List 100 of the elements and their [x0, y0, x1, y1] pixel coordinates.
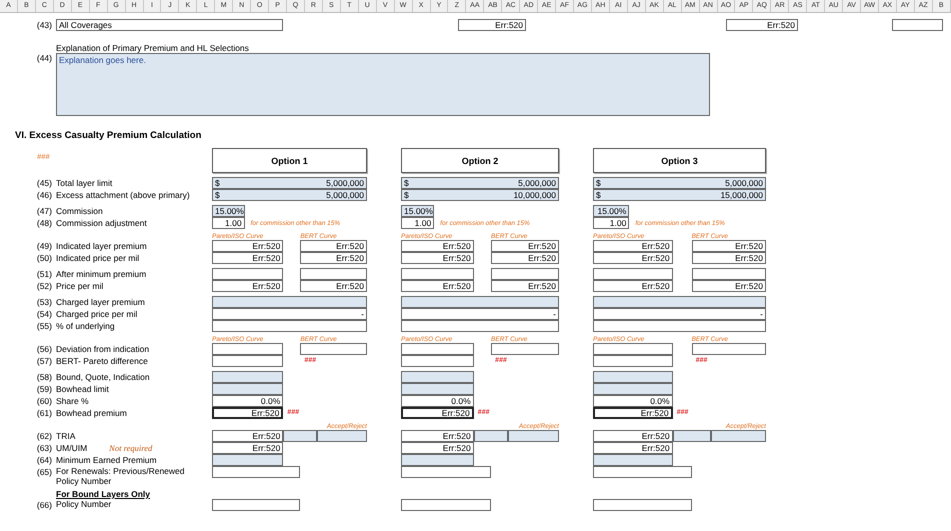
sheet-cell: Err:520	[401, 407, 474, 419]
sheet-cell: Err:520	[401, 280, 474, 292]
sheet-cell: Err:520	[593, 240, 673, 252]
sheet-cell	[212, 268, 284, 280]
sheet-cell	[300, 343, 367, 355]
amount-value: 5,000,000	[725, 178, 763, 188]
row-label: Bound, Quote, Indication	[56, 371, 150, 383]
option-header: Option 1	[212, 148, 367, 173]
row-label: % of underlying	[56, 320, 115, 332]
subsection-heading: For Bound Layers Only	[56, 489, 151, 499]
sheet-cell: -	[593, 308, 766, 320]
row-label: Bowhead limit	[56, 383, 109, 395]
sheet-cell	[212, 343, 284, 355]
reject-cell	[317, 430, 367, 442]
accept-cell	[283, 430, 318, 442]
amount-value: 5,000,000	[326, 178, 364, 188]
row-label: Price per mil	[56, 280, 104, 292]
commission-cell: 15.00%	[593, 205, 630, 217]
row-label: Charged price per mil	[56, 308, 138, 320]
sheet-cell: Err:520	[726, 19, 798, 31]
sheet-cell: Err:520	[300, 280, 367, 292]
row-label: After minimum premium	[56, 268, 146, 280]
sheet-cell	[212, 355, 284, 367]
commission-cell: 15.00%	[212, 205, 245, 217]
sheet-cell: Err:520	[692, 280, 766, 292]
option-header: Option 3	[593, 148, 766, 173]
row-number: (65)	[36, 466, 52, 478]
sheet-cell: Err:520	[692, 240, 766, 252]
sheet-cell: -	[212, 308, 367, 320]
sheet-cell	[892, 19, 943, 31]
currency-symbol: $	[404, 190, 409, 200]
option-header: Option 2	[401, 148, 559, 173]
explanation-cell[interactable]: Explanation goes here.	[56, 53, 710, 116]
row-number: (60)	[36, 395, 52, 407]
note-text: Not required	[109, 442, 152, 454]
sheet-cell: Err:520	[593, 442, 673, 454]
row-label: UM/UIM	[56, 442, 88, 454]
row-number: (62)	[36, 430, 52, 442]
sheet-cell: Err:520	[491, 252, 559, 264]
row-number: (51)	[36, 268, 52, 280]
row-label: Total layer limit	[56, 177, 112, 189]
row-label: Indicated price per mil	[56, 252, 140, 264]
row-label: Minimum Earned Premium	[56, 454, 157, 466]
reject-cell	[710, 430, 766, 442]
row-number: (61)	[36, 407, 52, 419]
sheet-cell	[491, 343, 559, 355]
sheet-cell: Err:520	[401, 252, 474, 264]
sheet-cell: Err:520	[300, 252, 367, 264]
amount-value: 15,000,000	[720, 190, 763, 200]
row-number: (58)	[36, 371, 52, 383]
currency-symbol: $	[215, 190, 220, 200]
sheet-cell: Err:520	[212, 252, 284, 264]
sheet-cell: Err:520	[212, 407, 284, 419]
amount-value: 5,000,000	[518, 178, 556, 188]
row-number: (50)	[36, 252, 52, 264]
row-label: Deviation from indication	[56, 343, 150, 355]
amount-value: 10,000,000	[513, 190, 556, 200]
sheet-cell: Err:520	[593, 407, 673, 419]
row-number: (53)	[36, 296, 52, 308]
sheet-cell: Err:520	[458, 19, 526, 31]
sheet-cell: Err:520	[692, 252, 766, 264]
row-number: (54)	[36, 308, 52, 320]
adjustment-cell: 1.00	[401, 217, 434, 229]
row-label: BERT- Pareto difference	[56, 355, 148, 367]
row-number: (63)	[36, 442, 52, 454]
row-number: (46)	[36, 189, 52, 201]
sheet-cell: Err:520	[212, 430, 284, 442]
adjustment-cell: 1.00	[212, 217, 245, 229]
row-number: (48)	[36, 217, 52, 229]
sheet-cell: Err:520	[593, 280, 673, 292]
sheet-cell: Err:520	[212, 442, 284, 454]
accept-cell	[474, 430, 508, 442]
row-number: (64)	[36, 454, 52, 466]
row-number: (66)	[36, 499, 52, 511]
sheet-cell: Err:520	[212, 240, 284, 252]
adjustment-cell: 1.00	[593, 217, 630, 229]
row-label: Charged layer premium	[56, 296, 145, 308]
row-number: (57)	[36, 355, 52, 367]
sheet-cell: All Coverages	[56, 19, 283, 31]
sheet-cell: Err:520	[491, 280, 559, 292]
row-label: Commission adjustment	[56, 217, 147, 229]
row-number: (43)	[36, 20, 52, 30]
row-label: For Renewals: Previous/Renewed Policy Number	[56, 466, 186, 486]
sheet-cell: Err:520	[593, 252, 673, 264]
row-number: (59)	[36, 383, 52, 395]
row-number: (49)	[36, 240, 52, 252]
sheet-cell	[491, 268, 559, 280]
row-number: (52)	[36, 280, 52, 292]
section-heading: Explanation of Primary Premium and HL Selections	[56, 43, 250, 53]
accept-cell	[672, 430, 711, 442]
sheet-cell: 0.0%	[401, 395, 474, 407]
row-number: (56)	[36, 343, 52, 355]
currency-symbol: $	[215, 178, 220, 188]
row-label: TRIA	[56, 430, 76, 442]
section-title: VI. Excess Casualty Premium Calculation	[15, 130, 202, 142]
sheet-cell: Err:520	[491, 240, 559, 252]
sheet-cell: 0.0%	[593, 395, 673, 407]
sheet-cell: Err:520	[401, 430, 474, 442]
row-number: (47)	[36, 205, 52, 217]
row-label: Bowhead premium	[56, 407, 127, 419]
